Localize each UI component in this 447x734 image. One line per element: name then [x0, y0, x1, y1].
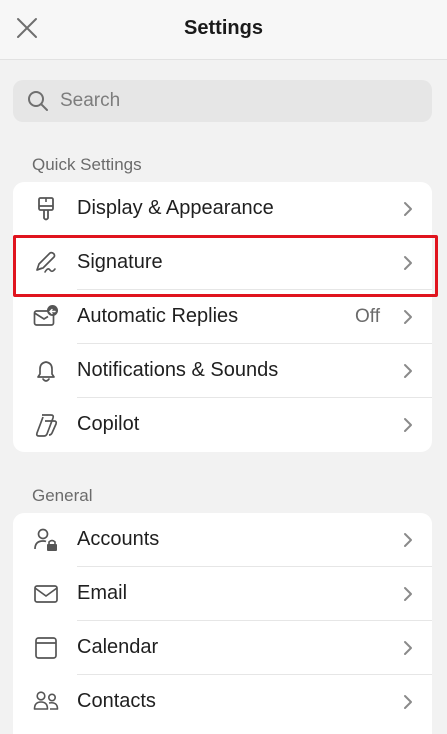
calendar-row[interactable]: Calendar	[13, 621, 432, 675]
notifications-sounds-row[interactable]: Notifications & Sounds	[13, 344, 432, 398]
signature-pen-icon	[33, 250, 59, 276]
chevron-right-icon	[404, 310, 412, 324]
display-appearance-label: Display & Appearance	[77, 197, 274, 219]
calendar-icon	[33, 635, 59, 661]
general-heading: General	[32, 486, 93, 505]
envelope-icon	[33, 581, 59, 607]
copilot-icon	[33, 412, 59, 438]
email-label: Email	[77, 582, 128, 604]
chevron-right-icon	[404, 533, 412, 547]
search-input[interactable]	[60, 90, 400, 112]
search-icon	[28, 91, 48, 111]
chevron-right-icon	[404, 202, 412, 216]
quick-settings-group: Display & Appearance Signature Automatic…	[13, 182, 432, 452]
header-bar: Settings	[0, 0, 447, 60]
chevron-right-icon	[404, 256, 412, 270]
copilot-row[interactable]: Copilot	[13, 398, 432, 452]
signature-label: Signature	[77, 251, 163, 273]
chevron-right-icon	[404, 587, 412, 601]
copilot-label: Copilot	[77, 413, 140, 435]
general-group: Accounts Email Calendar Contacts	[13, 513, 432, 734]
contacts-row[interactable]: Contacts	[13, 675, 432, 729]
contacts-icon	[33, 689, 59, 715]
chevron-right-icon	[404, 364, 412, 378]
automatic-replies-status: Off	[355, 306, 380, 327]
page-title: Settings	[184, 17, 263, 39]
search-bar[interactable]	[13, 80, 432, 122]
account-lock-icon	[33, 527, 59, 553]
auto-reply-icon	[33, 304, 59, 330]
chevron-right-icon	[404, 641, 412, 655]
signature-row[interactable]: Signature	[13, 236, 432, 290]
quick-settings-heading: Quick Settings	[32, 155, 142, 174]
automatic-replies-label: Automatic Replies	[77, 305, 239, 327]
email-row[interactable]: Email	[13, 567, 432, 621]
display-appearance-row[interactable]: Display & Appearance	[13, 182, 432, 236]
contacts-label: Contacts	[77, 690, 156, 712]
chevron-right-icon	[404, 695, 412, 709]
automatic-replies-row[interactable]: Automatic Replies Off	[13, 290, 432, 344]
paintbrush-icon	[33, 196, 59, 222]
notifications-sounds-label: Notifications & Sounds	[77, 359, 279, 381]
calendar-label: Calendar	[77, 636, 159, 658]
bell-icon	[33, 358, 59, 384]
accounts-row[interactable]: Accounts	[13, 513, 432, 567]
accounts-label: Accounts	[77, 528, 160, 550]
chevron-right-icon	[404, 418, 412, 432]
